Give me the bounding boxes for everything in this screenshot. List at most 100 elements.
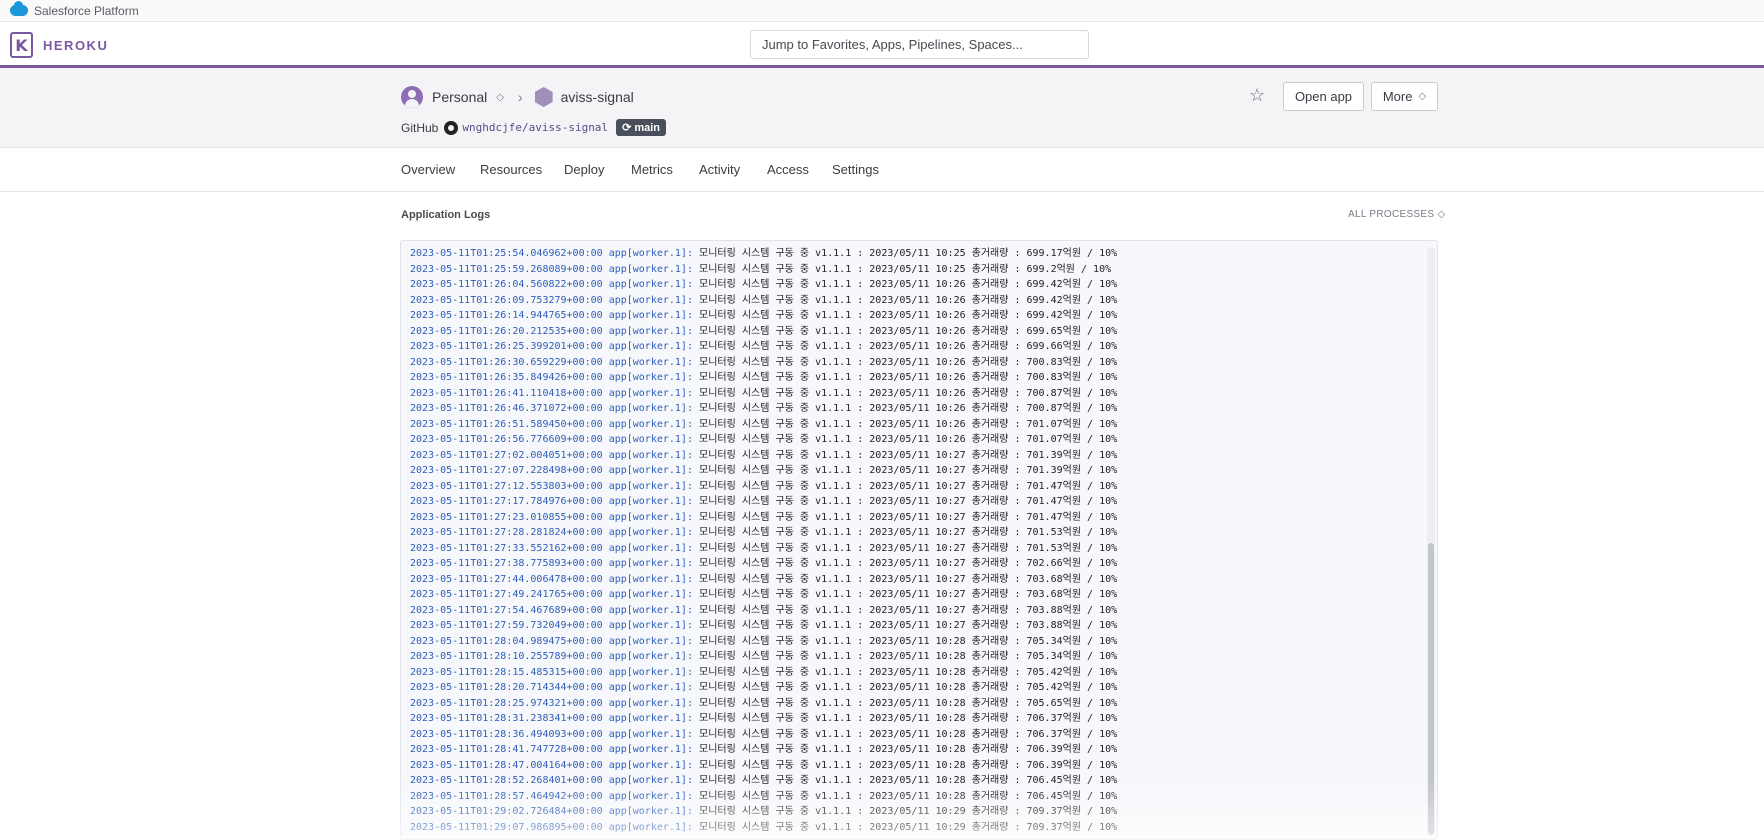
log-timestamp: 2023-05-11T01:28:36.494093+00:00 [410, 728, 603, 740]
log-message: 모니터링 시스템 구동 중 v1.1.1 : 2023/05/11 10:27 … [699, 496, 1118, 507]
open-app-button[interactable]: Open app [1283, 82, 1364, 111]
log-timestamp: 2023-05-11T01:25:59.268089+00:00 [410, 263, 603, 275]
process-filter-label: ALL PROCESSES [1348, 209, 1435, 220]
log-source: app[worker.1]: [608, 635, 693, 647]
log-message: 모니터링 시스템 구동 중 v1.1.1 : 2023/05/11 10:27 … [699, 620, 1118, 631]
updown-chevron-icon: ◇ [1437, 209, 1446, 220]
log-source: app[worker.1]: [608, 511, 693, 523]
log-source: app[worker.1]: [608, 713, 693, 724]
heroku-logo-icon: K [10, 32, 33, 58]
log-timestamp: 2023-05-11T01:28:20.714344+00:00 [410, 682, 603, 693]
branch-badge: ⟳ main [616, 119, 667, 136]
log-line: 2023-05-11T01:28:36.494093+00:00 app[wor… [410, 727, 1117, 743]
log-message: 모니터링 시스템 구동 중 v1.1.1 : 2023/05/11 10:27 … [699, 558, 1118, 569]
log-message: 모니터링 시스템 구동 중 v1.1.1 : 2023/05/11 10:26 … [699, 418, 1118, 430]
log-timestamp: 2023-05-11T01:28:25.974321+00:00 [410, 697, 603, 709]
log-line: 2023-05-11T01:27:17.784976+00:00 app[wor… [410, 494, 1117, 510]
tab-metrics[interactable]: Metrics [631, 162, 673, 177]
log-message: 모니터링 시스템 구동 중 v1.1.1 : 2023/05/11 10:28 … [699, 759, 1118, 771]
log-timestamp: 2023-05-11T01:26:14.944765+00:00 [410, 310, 603, 321]
more-button[interactable]: More ◇ [1371, 82, 1438, 111]
log-timestamp: 2023-05-11T01:26:25.399201+00:00 [410, 341, 603, 352]
log-message: 모니터링 시스템 구동 중 v1.1.1 : 2023/05/11 10:28 … [699, 635, 1118, 647]
account-switcher-label[interactable]: Personal [432, 89, 487, 105]
log-source: app[worker.1]: [608, 372, 693, 383]
log-line: 2023-05-11T01:28:20.714344+00:00 app[wor… [410, 680, 1117, 696]
tab-settings[interactable]: Settings [832, 162, 879, 177]
tab-resources[interactable]: Resources [480, 162, 542, 177]
log-line: 2023-05-11T01:26:04.560822+00:00 app[wor… [410, 277, 1117, 293]
log-timestamp: 2023-05-11T01:28:41.747728+00:00 [410, 744, 603, 755]
log-timestamp: 2023-05-11T01:28:04.989475+00:00 [410, 635, 603, 647]
log-line: 2023-05-11T01:28:41.747728+00:00 app[wor… [410, 742, 1117, 758]
log-message: 모니터링 시스템 구동 중 v1.1.1 : 2023/05/11 10:28 … [699, 744, 1118, 755]
log-message: 모니터링 시스템 구동 중 v1.1.1 : 2023/05/11 10:27 … [699, 589, 1118, 600]
tab-overview[interactable]: Overview [401, 162, 455, 177]
log-source: app[worker.1]: [608, 651, 693, 662]
log-message: 모니터링 시스템 구동 중 v1.1.1 : 2023/05/11 10:25 … [699, 248, 1118, 259]
log-source: app[worker.1]: [608, 418, 693, 430]
log-line: 2023-05-11T01:27:02.004051+00:00 app[wor… [410, 448, 1117, 464]
log-message: 모니터링 시스템 구동 중 v1.1.1 : 2023/05/11 10:28 … [699, 682, 1118, 693]
log-source: app[worker.1]: [608, 759, 693, 771]
heroku-logo[interactable]: K HEROKU [10, 32, 108, 58]
log-message: 모니터링 시스템 구동 중 v1.1.1 : 2023/05/11 10:25 … [699, 263, 1112, 275]
user-avatar-icon [401, 86, 423, 108]
log-line: 2023-05-11T01:26:20.212535+00:00 app[wor… [410, 324, 1117, 340]
log-message: 모니터링 시스템 구동 중 v1.1.1 : 2023/05/11 10:28 … [699, 666, 1118, 678]
log-line: 2023-05-11T01:27:12.553803+00:00 app[wor… [410, 479, 1117, 495]
log-line: 2023-05-11T01:28:47.004164+00:00 app[wor… [410, 758, 1117, 774]
star-icon[interactable]: ☆ [1249, 85, 1265, 106]
heroku-header: K HEROKU Jump to Favorites, Apps, Pipeli… [0, 22, 1764, 68]
log-source: app[worker.1]: [608, 682, 693, 693]
log-source: app[worker.1]: [608, 589, 693, 600]
app-tabs: Overview Resources Deploy Metrics Activi… [0, 148, 1764, 192]
log-line: 2023-05-11T01:28:25.974321+00:00 app[wor… [410, 696, 1117, 712]
log-message: 모니터링 시스템 구동 중 v1.1.1 : 2023/05/11 10:26 … [699, 279, 1118, 290]
tab-activity[interactable]: Activity [699, 162, 740, 177]
tab-deploy[interactable]: Deploy [564, 162, 604, 177]
log-line: 2023-05-11T01:27:33.552162+00:00 app[wor… [410, 541, 1117, 557]
log-line: 2023-05-11T01:25:59.268089+00:00 app[wor… [410, 262, 1117, 278]
tab-access[interactable]: Access [767, 162, 809, 177]
log-message: 모니터링 시스템 구동 중 v1.1.1 : 2023/05/11 10:26 … [699, 325, 1118, 337]
scrollbar-thumb[interactable] [1428, 543, 1434, 835]
log-source: app[worker.1]: [608, 403, 693, 414]
log-message: 모니터링 시스템 구동 중 v1.1.1 : 2023/05/11 10:29 … [699, 821, 1118, 833]
log-message: 모니터링 시스템 구동 중 v1.1.1 : 2023/05/11 10:28 … [699, 728, 1118, 740]
log-timestamp: 2023-05-11T01:28:57.464942+00:00 [410, 790, 603, 802]
updown-chevron-icon[interactable]: ◇ [496, 92, 504, 103]
log-message: 모니터링 시스템 구동 중 v1.1.1 : 2023/05/11 10:28 … [699, 713, 1118, 724]
process-filter-dropdown[interactable]: ALL PROCESSES ◇ [1348, 209, 1445, 220]
log-line: 2023-05-11T01:26:35.849426+00:00 app[wor… [410, 370, 1117, 386]
log-line: 2023-05-11T01:26:30.659229+00:00 app[wor… [410, 355, 1117, 371]
log-line: 2023-05-11T01:27:28.281824+00:00 app[wor… [410, 525, 1117, 541]
log-source: app[worker.1]: [608, 573, 693, 585]
log-source: app[worker.1]: [608, 558, 693, 569]
log-source: app[worker.1]: [608, 821, 693, 833]
log-source: app[worker.1]: [608, 496, 693, 507]
log-timestamp: 2023-05-11T01:26:20.212535+00:00 [410, 325, 603, 337]
log-message: 모니터링 시스템 구동 중 v1.1.1 : 2023/05/11 10:28 … [699, 775, 1118, 786]
log-line: 2023-05-11T01:28:04.989475+00:00 app[wor… [410, 634, 1117, 650]
log-line: 2023-05-11T01:26:14.944765+00:00 app[wor… [410, 308, 1117, 324]
log-message: 모니터링 시스템 구동 중 v1.1.1 : 2023/05/11 10:26 … [699, 372, 1118, 383]
log-message: 모니터링 시스템 구동 중 v1.1.1 : 2023/05/11 10:29 … [699, 806, 1118, 817]
log-source: app[worker.1]: [608, 449, 693, 461]
repo-link[interactable]: wnghdcjfe/aviss-signal [462, 121, 608, 134]
log-line: 2023-05-11T01:26:09.753279+00:00 app[wor… [410, 293, 1117, 309]
log-timestamp: 2023-05-11T01:27:07.228498+00:00 [410, 465, 603, 476]
log-viewer[interactable]: 2023-05-11T01:25:54.046962+00:00 app[wor… [400, 240, 1438, 840]
log-timestamp: 2023-05-11T01:28:10.255789+00:00 [410, 651, 603, 662]
search-input[interactable]: Jump to Favorites, Apps, Pipelines, Spac… [750, 30, 1089, 59]
log-source: app[worker.1]: [608, 480, 693, 492]
log-line: 2023-05-11T01:28:15.485315+00:00 app[wor… [410, 665, 1117, 681]
log-message: 모니터링 시스템 구동 중 v1.1.1 : 2023/05/11 10:26 … [699, 310, 1118, 321]
branch-name: main [634, 122, 661, 134]
log-timestamp: 2023-05-11T01:27:12.553803+00:00 [410, 480, 603, 492]
app-name: aviss-signal [560, 89, 634, 105]
log-line: 2023-05-11T01:27:23.010855+00:00 app[wor… [410, 510, 1117, 526]
github-icon [444, 120, 459, 135]
log-line: 2023-05-11T01:28:52.268401+00:00 app[wor… [410, 773, 1117, 789]
branch-sync-icon: ⟳ [622, 122, 635, 134]
